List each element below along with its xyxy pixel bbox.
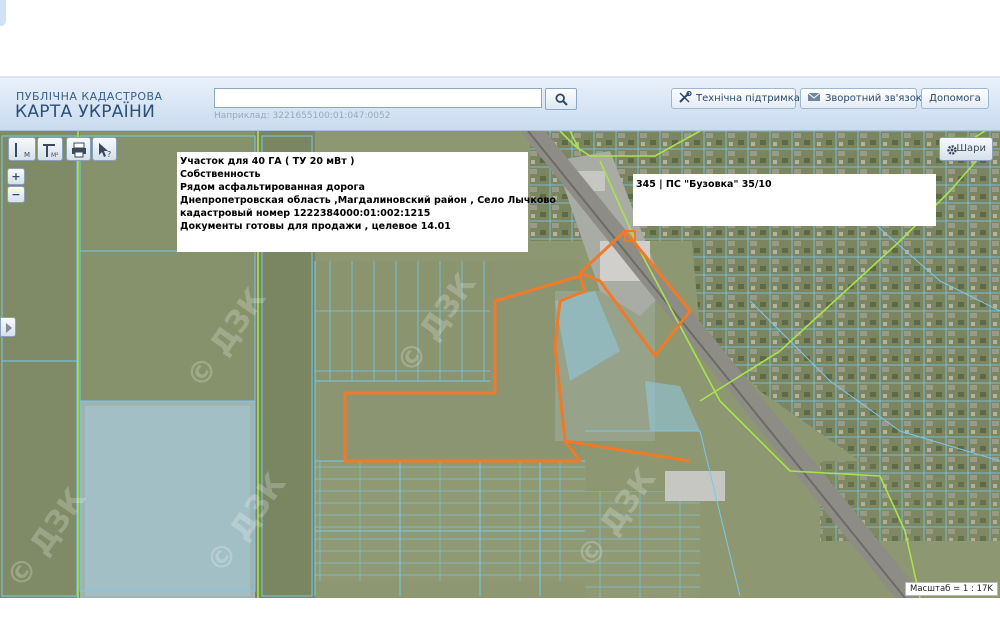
svg-text:M²: M² <box>51 152 59 159</box>
search-icon <box>555 93 568 106</box>
layers-button[interactable]: Шари <box>939 137 993 161</box>
logo-title[interactable]: КАРТА УКРАЇНИ <box>15 102 155 122</box>
gear-icon <box>947 145 957 155</box>
feedback-button[interactable]: Зворотний зв'язок <box>800 88 922 109</box>
search-button[interactable] <box>545 88 577 110</box>
plot-info-line: Документы готовы для продажи , целевое 1… <box>180 221 451 232</box>
map-view[interactable]: © ДЗК © ДЗК © ДЗК © ДЗК © ДЗК M M² ? + − <box>0 131 1000 598</box>
plot-info-line: Рядом асфальтированная дорога <box>180 182 365 193</box>
measure-area-icon: M² <box>43 144 59 159</box>
corner-tab <box>0 0 6 26</box>
mail-icon <box>807 92 821 101</box>
zoom-in-button[interactable]: + <box>7 168 25 185</box>
info-cursor-icon: ? <box>99 143 111 159</box>
svg-text:M: M <box>24 151 30 159</box>
print-button[interactable] <box>66 137 91 161</box>
plot-info-line: Днепропетровская область ,Магдалиновский… <box>180 195 556 206</box>
measure-line-icon: M <box>15 143 30 159</box>
svg-text:?: ? <box>107 150 111 159</box>
layers-label: Шари <box>956 143 986 154</box>
scale-indicator: Масштаб = 1 : 17K <box>905 582 998 596</box>
expand-panel-button[interactable] <box>0 317 16 337</box>
measure-area-tool[interactable]: M² <box>37 137 63 161</box>
plot-info-popup: Участок для 40 ГА ( ТУ 20 мВт ) Собствен… <box>177 152 556 252</box>
tech-support-label: Технічна підтримка <box>696 93 800 104</box>
search-hint: Наприклад: 3221655100:01:047:0052 <box>214 111 391 121</box>
measure-line-tool[interactable]: M <box>8 137 36 161</box>
feedback-label: Зворотний зв'язок <box>825 93 922 104</box>
plot-info-line: Собственность <box>180 169 261 180</box>
help-label: Допомога <box>929 93 981 104</box>
app-header: ПУБЛІЧНА КАДАСТРОВА КАРТА УКРАЇНИ Наприк… <box>0 78 1000 131</box>
print-icon <box>72 142 86 158</box>
substation-label: 345 | ПС "Бузовка" 35/10 <box>636 179 772 190</box>
cadastral-search-input[interactable] <box>214 88 542 108</box>
plot-info-line: кадастровый номер 1222384000:01:002:1215 <box>180 208 431 219</box>
zoom-out-button[interactable]: − <box>7 186 25 203</box>
identify-tool[interactable]: ? <box>92 137 117 161</box>
substation-popup: 345 | ПС "Бузовка" 35/10 <box>633 174 936 226</box>
tools-icon <box>679 91 692 103</box>
expand-arrow-icon <box>6 323 12 333</box>
plot-info-line: Участок для 40 ГА ( ТУ 20 мВт ) <box>180 156 355 167</box>
tech-support-button[interactable]: Технічна підтримка <box>671 88 800 109</box>
help-button[interactable]: Допомога <box>921 88 989 109</box>
